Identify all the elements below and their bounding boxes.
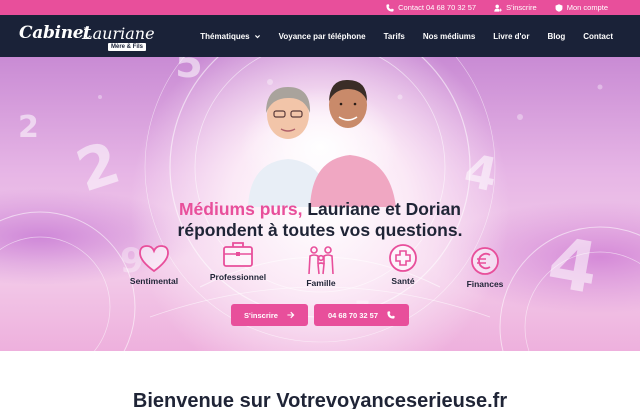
signup-button-label: S'inscrire: [244, 310, 278, 320]
top-utility-bar: Contact 04 68 70 32 57 S'inscrire Mon co…: [0, 0, 640, 15]
svg-text:4: 4: [460, 143, 503, 202]
welcome-title: Bienvenue sur Votrevoyanceserieuse.fr: [132, 390, 508, 409]
theme-label-professionnel: Professionnel: [209, 272, 267, 282]
topbar-contact-link[interactable]: Contact 04 68 70 32 57: [386, 3, 476, 12]
topbar-signup-link[interactable]: S'inscrire: [494, 3, 537, 12]
theme-famille[interactable]: Famille: [276, 244, 366, 288]
nav-item-livre-dor[interactable]: Livre d'or: [493, 32, 529, 41]
main-navbar: Cabinet Lauriane Mère & Fils Thématiques…: [0, 15, 640, 57]
phone-icon: [387, 311, 395, 319]
briefcase-icon: [223, 242, 253, 267]
theme-label-finances: Finances: [466, 279, 504, 289]
svg-text:2: 2: [68, 128, 127, 205]
nav-label-thematiques: Thématiques: [200, 31, 250, 41]
theme-label-sentimental: Sentimental: [129, 276, 179, 286]
chevron-down-icon: [254, 34, 260, 38]
topbar-account-link[interactable]: Mon compte: [555, 3, 608, 12]
euro-icon: [471, 247, 499, 275]
call-button[interactable]: 04 68 70 32 57: [314, 304, 409, 326]
arrow-right-icon: [287, 311, 295, 319]
signup-button[interactable]: S'inscrire: [231, 304, 308, 326]
phone-icon: [386, 3, 394, 12]
theme-professionnel[interactable]: Professionnel: [193, 238, 283, 282]
hero-banner: 2 5 4 4 2 9 7: [0, 57, 640, 351]
user-account-icon: [555, 3, 563, 12]
user-add-icon: [494, 4, 503, 12]
topbar-account-label: Mon compte: [566, 3, 608, 12]
theme-label-sante: Santé: [391, 276, 415, 286]
health-cross-icon: [389, 244, 417, 272]
theme-sentimental[interactable]: Sentimental: [109, 242, 199, 286]
nav-item-voyance-telephone[interactable]: Voyance par téléphone: [279, 32, 366, 41]
logo-brand-sub: Lauriane: [82, 24, 155, 43]
svg-text:5: 5: [175, 57, 203, 87]
logo-tag: Mère & Fils: [108, 43, 147, 51]
headline-accent: Médiums purs,: [178, 199, 303, 219]
svg-text:2: 2: [18, 110, 39, 145]
nav-item-contact[interactable]: Contact: [583, 32, 613, 41]
hero-headline: Médiums purs, Lauriane et Dorian réponde…: [0, 199, 640, 241]
nav-item-nos-mediums[interactable]: Nos médiums: [423, 32, 475, 41]
nav-item-blog[interactable]: Blog: [547, 32, 565, 41]
call-button-label: 04 68 70 32 57: [327, 310, 379, 320]
heart-icon: [139, 245, 169, 273]
logo-brand-main: Cabinet: [19, 23, 91, 43]
topbar-signup-label: S'inscrire: [506, 3, 537, 12]
site-logo[interactable]: Cabinet Lauriane Mère & Fils: [19, 23, 155, 53]
nav-item-thematiques[interactable]: Thématiques: [200, 32, 260, 41]
theme-sante[interactable]: Santé: [358, 242, 448, 286]
topbar-contact-label: Contact 04 68 70 32 57: [398, 3, 477, 12]
mediums-portrait-photo: [240, 79, 400, 207]
nav-item-tarifs[interactable]: Tarifs: [384, 32, 405, 41]
family-icon: [308, 246, 334, 275]
headline-line2: répondent à toutes vos questions.: [177, 220, 463, 240]
main-nav: Thématiques Voyance par téléphone Tarifs…: [200, 15, 613, 57]
theme-finances[interactable]: Finances: [440, 245, 530, 289]
theme-label-famille: Famille: [306, 278, 336, 288]
headline-rest: Lauriane et Dorian: [302, 199, 461, 219]
